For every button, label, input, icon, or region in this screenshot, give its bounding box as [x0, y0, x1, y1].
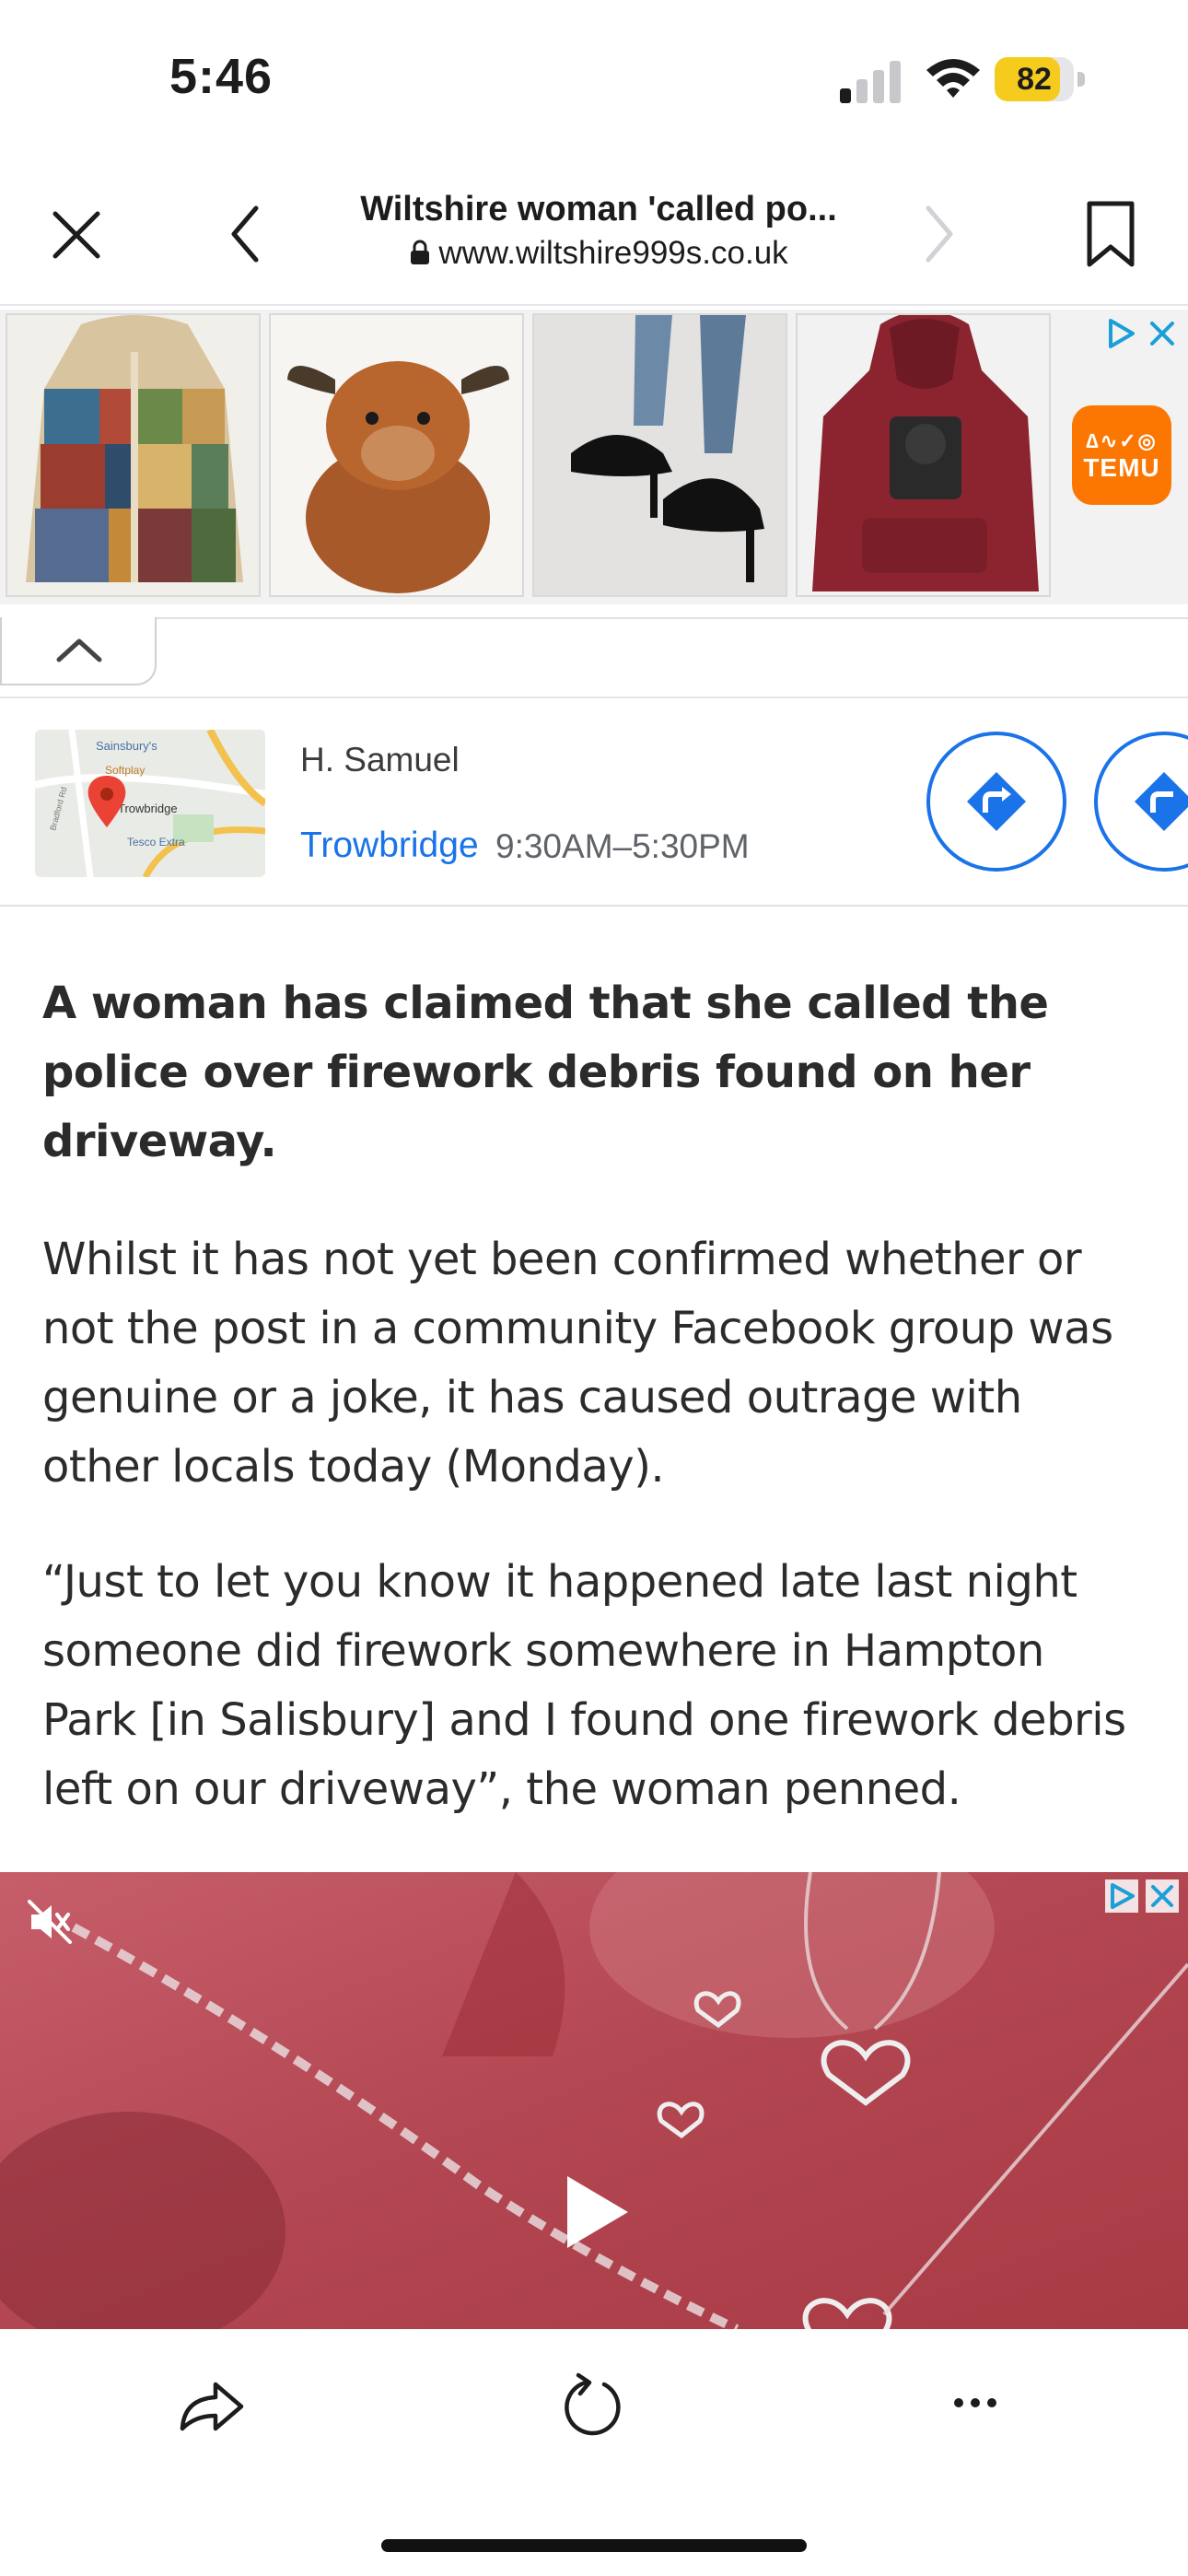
map-label-softplay: Softplay	[105, 764, 145, 777]
map-card-bottom-border	[0, 905, 1188, 907]
ad-product-hoodie[interactable]	[796, 313, 1051, 597]
video-ad-close-icon[interactable]	[1146, 1879, 1179, 1917]
page-url: www.wiltshire999s.co.uk	[313, 235, 884, 274]
header-divider	[0, 304, 1188, 306]
map-label-tesco: Tesco Extra	[127, 836, 185, 849]
more-options-icon[interactable]	[952, 2395, 998, 2415]
home-indicator[interactable]	[381, 2539, 807, 2552]
video-ad-choices-icon[interactable]	[1105, 1879, 1138, 1917]
store-map-thumbnail[interactable]: Sainsbury's Softplay Trowbridge Tesco Ex…	[35, 730, 265, 877]
temu-logo-text: TEMU	[1083, 453, 1160, 482]
ad-close-icon[interactable]	[1149, 321, 1175, 351]
back-chevron-icon[interactable]	[228, 205, 262, 263]
battery-icon: 82	[995, 57, 1087, 103]
wifi-icon	[923, 53, 984, 101]
close-icon[interactable]	[50, 208, 103, 262]
ad-product-heels[interactable]	[532, 313, 787, 597]
directions-icon	[967, 772, 1026, 831]
ad-choices-icon[interactable]	[1105, 317, 1138, 355]
directions-button-2[interactable]	[1094, 732, 1188, 872]
store-hours: 9:30AM–5:30PM	[495, 827, 750, 865]
article-paragraph-2: “Just to let you know it happened late l…	[42, 1556, 1126, 1815]
lock-icon	[409, 237, 431, 274]
temu-logo-symbols: ∆∿✓◎	[1086, 429, 1158, 452]
page-title-block[interactable]: Wiltshire woman 'called po... www.wiltsh…	[313, 190, 884, 274]
map-card-top-border	[0, 697, 1188, 698]
ad-collapse-divider	[0, 617, 1188, 619]
article-paragraph-1: Whilst it has not yet been confirmed whe…	[42, 1234, 1113, 1493]
ad-product-cow-plush[interactable]	[269, 313, 524, 597]
ad-collapse-button[interactable]	[0, 617, 157, 685]
play-icon[interactable]	[562, 2172, 632, 2256]
status-time: 5:46	[169, 49, 274, 104]
chevron-up-icon	[56, 638, 102, 662]
forward-chevron-icon	[923, 205, 956, 263]
ad-product-coat[interactable]	[6, 313, 261, 597]
store-name[interactable]: H. Samuel	[300, 741, 460, 779]
cellular-signal-icon	[840, 57, 904, 103]
mute-icon[interactable]	[26, 1898, 74, 1950]
directions-icon	[1135, 772, 1188, 831]
map-label-sainsburys: Sainsbury's	[96, 739, 157, 753]
page-url-text: www.wiltshire999s.co.uk	[438, 235, 788, 271]
share-icon[interactable]	[175, 2371, 249, 2441]
temu-logo[interactable]: ∆∿✓◎ TEMU	[1072, 405, 1171, 505]
article-lead: A woman has claimed that she called the …	[42, 978, 1049, 1167]
map-label-town: Trowbridge	[118, 802, 178, 815]
directions-button[interactable]	[926, 732, 1066, 872]
video-ad[interactable]	[0, 1872, 1188, 2329]
bookmark-icon[interactable]	[1085, 199, 1136, 269]
page-title: Wiltshire woman 'called po...	[360, 190, 837, 228]
reload-icon[interactable]	[558, 2371, 628, 2446]
battery-percent: 82	[1017, 62, 1052, 97]
store-city-link[interactable]: Trowbridge	[300, 825, 479, 866]
